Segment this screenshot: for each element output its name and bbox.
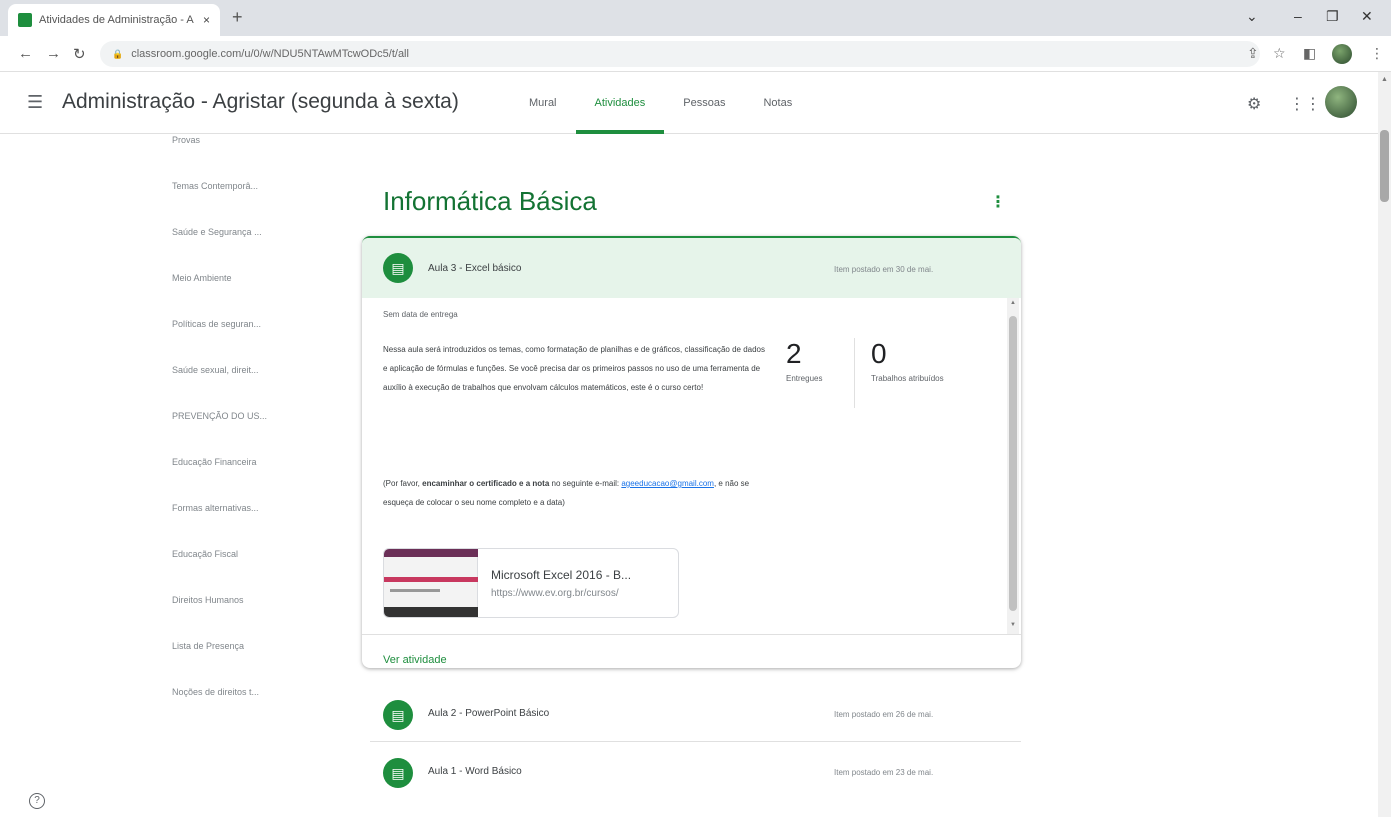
profile-avatar[interactable] [1332, 44, 1352, 64]
sidebar-item-saude-sexual[interactable]: Saúde sexual, direit... [172, 365, 292, 375]
note-bold: encaminhar o certificado e a nota [422, 479, 550, 488]
assignment-clipboard-icon: ▤ [383, 758, 413, 788]
card-scrollbar-thumb[interactable] [1009, 316, 1017, 611]
assignment-date: Item postado em 26 de mai. [834, 710, 934, 719]
classroom-app-bar: ☰ Administração - Agristar (segunda à se… [0, 72, 1378, 134]
sidebar-item-formas[interactable]: Formas alternativas... [172, 503, 292, 513]
classroom-favicon-icon [18, 13, 32, 27]
main-menu-icon[interactable]: ☰ [27, 92, 43, 113]
stat-turned-in[interactable]: 2 Entregues [786, 338, 822, 408]
tab-pessoas[interactable]: Pessoas [664, 72, 744, 134]
reload-icon[interactable]: ↻ [73, 45, 86, 63]
assignment-clipboard-icon: ▤ [383, 253, 413, 283]
sidebar-item-nocoes[interactable]: Noções de direitos t... [172, 687, 292, 697]
browser-toolbar: ← → ↻ 🔒 classroom.google.com/u/0/w/NDU5N… [0, 36, 1391, 72]
tab-search-icon[interactable]: ⌄ [1246, 8, 1258, 25]
sidebar-item-saude-seguranca[interactable]: Saúde e Segurança ... [172, 227, 292, 237]
tab-mural[interactable]: Mural [510, 72, 576, 134]
assignment-body: Sem data de entrega Nessa aula será intr… [362, 298, 1021, 634]
topic-title: Informática Básica [383, 186, 597, 216]
back-arrow-icon[interactable]: ← [18, 45, 33, 62]
browser-tab[interactable]: Atividades de Administração - A × [8, 4, 220, 36]
lock-icon: 🔒 [112, 48, 124, 59]
attachment-url: https://www.ev.org.br/cursos/ [491, 588, 619, 599]
browser-tab-strip: Atividades de Administração - A × + ⌄ – … [0, 0, 1391, 36]
maximize-button[interactable]: ❐ [1326, 8, 1339, 25]
view-assignment-link[interactable]: Ver atividade [383, 654, 447, 666]
turned-in-count: 2 [786, 338, 802, 369]
share-icon[interactable]: ⇪ [1247, 45, 1259, 62]
sidebar-item-educacao-financeira[interactable]: Educação Financeira [172, 457, 292, 467]
tab-notas[interactable]: Notas [744, 72, 811, 134]
sidebar-item-prevencao[interactable]: PREVENÇÃO DO US... [172, 411, 292, 421]
assignment-clipboard-icon: ▤ [383, 700, 413, 730]
bookmark-star-icon[interactable]: ☆ [1273, 45, 1286, 62]
class-title[interactable]: Administração - Agristar (segunda à sext… [62, 90, 459, 114]
attachment-title: Microsoft Excel 2016 - B... [491, 568, 632, 582]
attachment-link-card[interactable]: Microsoft Excel 2016 - B... https://www.… [383, 548, 679, 618]
assignment-date: Item postado em 23 de mai. [834, 768, 934, 777]
card-scroll-down-icon[interactable]: ▼ [1010, 622, 1016, 628]
close-tab-icon[interactable]: × [203, 13, 210, 27]
submission-note: (Por favor, encaminhar o certificado e a… [383, 474, 763, 512]
sidebar-item-lista-presenca[interactable]: Lista de Presença [172, 641, 292, 651]
page-scrollbar[interactable]: ▲ [1378, 72, 1391, 817]
stats-divider [854, 338, 855, 408]
sidebar-item-direitos-humanos[interactable]: Direitos Humanos [172, 595, 292, 605]
assignment-description: Nessa aula será introduzidos os temas, c… [383, 345, 765, 392]
new-tab-button[interactable]: + [232, 7, 243, 28]
minimize-button[interactable]: – [1294, 8, 1302, 24]
expanded-assignment-card: ▤ Aula 3 - Excel básico Item postado em … [362, 236, 1021, 668]
assigned-label: Trabalhos atribuídos [871, 374, 944, 383]
assignment-date: Item postado em 30 de mai. [834, 265, 934, 274]
due-date-label: Sem data de entrega [383, 310, 458, 319]
page-scrollbar-thumb[interactable] [1380, 130, 1389, 202]
attachment-thumbnail [384, 549, 478, 617]
more-vert-icon[interactable]: ⋮ [990, 192, 1006, 212]
class-nav-tabs: Mural Atividades Pessoas Notas [510, 72, 811, 134]
sidebar-item-provas[interactable]: Provas [172, 135, 292, 145]
help-icon[interactable]: ? [29, 793, 45, 809]
note-prefix: (Por favor, [383, 479, 423, 488]
turned-in-label: Entregues [786, 374, 823, 383]
card-footer: Ver atividade [362, 634, 1021, 670]
user-avatar[interactable] [1325, 86, 1357, 118]
assigned-count: 0 [871, 338, 887, 369]
settings-gear-icon[interactable]: ⚙ [1247, 94, 1261, 114]
list-item[interactable]: ▤ Aula 1 - Word Básico Item postado em 2… [370, 744, 1021, 800]
tab-atividades[interactable]: Atividades [575, 72, 665, 134]
forward-arrow-icon[interactable]: → [46, 45, 61, 62]
scroll-up-icon[interactable]: ▲ [1381, 76, 1388, 83]
assignment-header[interactable]: ▤ Aula 3 - Excel básico Item postado em … [362, 238, 1021, 298]
address-bar[interactable]: 🔒 classroom.google.com/u/0/w/NDU5NTAwMTc… [100, 41, 1260, 67]
browser-menu-icon[interactable]: ⋮ [1370, 45, 1384, 62]
card-scrollbar[interactable]: ▲ ▼ [1007, 298, 1019, 634]
note-mid: no seguinte e-mail: [549, 479, 622, 488]
browser-tab-title: Atividades de Administração - A [39, 14, 194, 26]
sidebar-item-temas[interactable]: Temas Contemporâ... [172, 181, 292, 191]
assignment-title: Aula 2 - PowerPoint Básico [428, 708, 550, 719]
sidebar-item-politicas[interactable]: Políticas de seguran... [172, 319, 292, 329]
assignment-title: Aula 3 - Excel básico [428, 263, 522, 274]
list-item[interactable]: ▤ Aula 2 - PowerPoint Básico Item postad… [370, 686, 1021, 742]
email-link[interactable]: ageeducacao@gmail.com [621, 479, 714, 488]
sidebar-item-educacao-fiscal[interactable]: Educação Fiscal [172, 549, 292, 559]
sidebar-item-meio-ambiente[interactable]: Meio Ambiente [172, 273, 292, 283]
close-window-button[interactable]: ✕ [1361, 8, 1373, 25]
side-panel-icon[interactable]: ◧ [1303, 45, 1316, 62]
stat-assigned[interactable]: 0 Trabalhos atribuídos [871, 338, 944, 408]
card-scroll-up-icon[interactable]: ▲ [1010, 300, 1016, 306]
assignment-title: Aula 1 - Word Básico [428, 766, 522, 777]
url-text: classroom.google.com/u/0/w/NDU5NTAwMTcwO… [131, 48, 409, 60]
